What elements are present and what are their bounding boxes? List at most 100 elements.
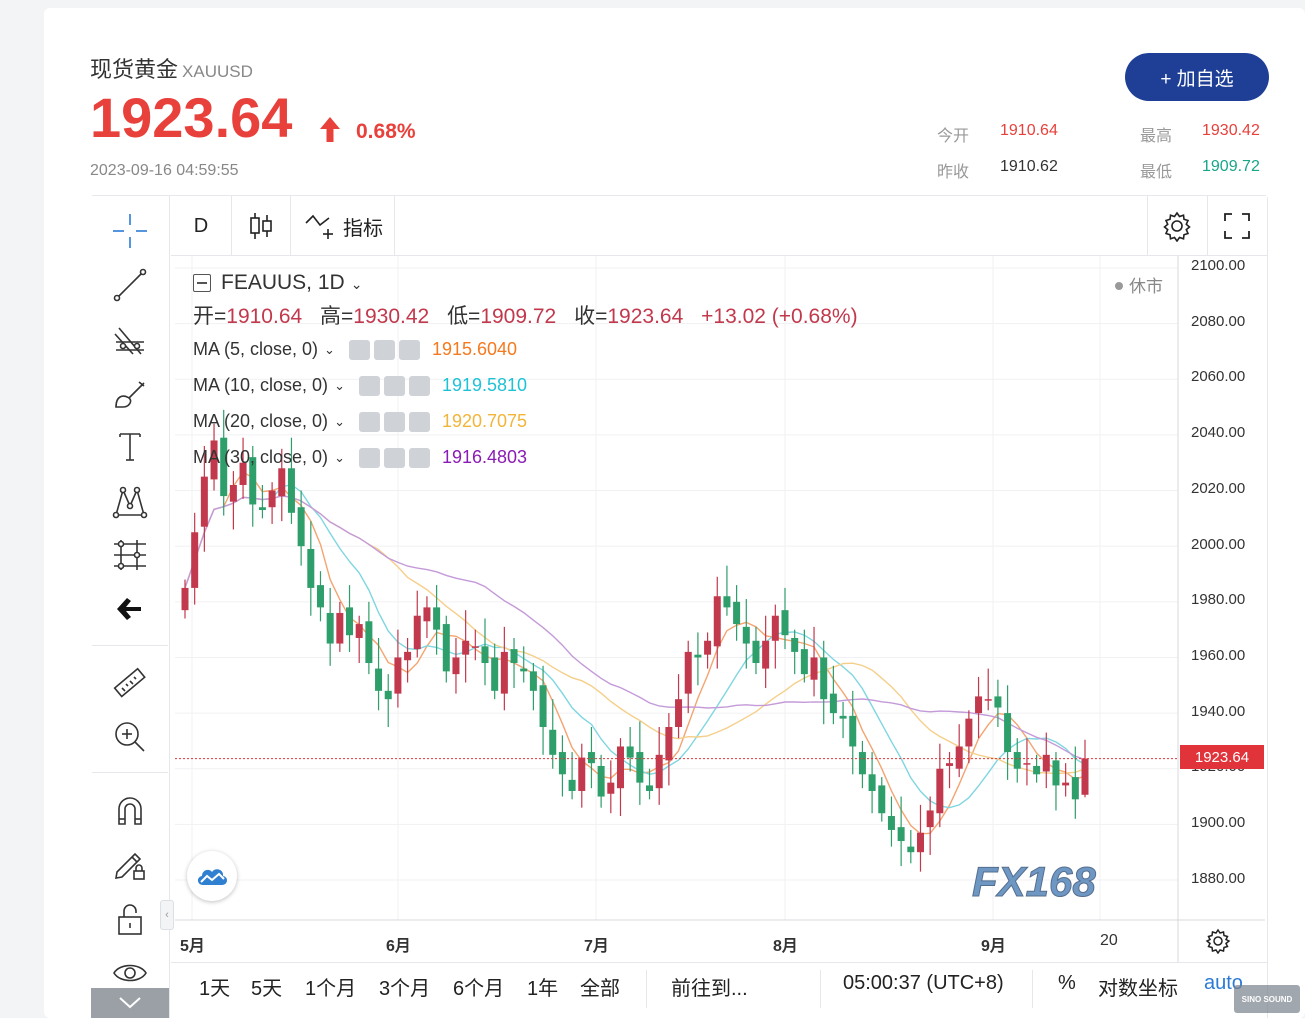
candle-body <box>839 715 847 719</box>
goto-date-button[interactable]: 前往到... <box>671 972 748 1001</box>
collapse-toolbar-button[interactable]: ‹ <box>160 900 174 930</box>
ma-legend-row[interactable]: MA (5, close, 0) ⌄ 1915.6040 <box>193 339 517 360</box>
candle-body <box>1013 752 1021 769</box>
gear-icon[interactable] <box>383 447 405 468</box>
chevron-down-icon[interactable]: ⌄ <box>334 450 345 466</box>
magnet-tool[interactable] <box>90 786 170 836</box>
text-tool[interactable] <box>90 422 170 472</box>
candle-body <box>936 768 944 814</box>
ma-legend-row[interactable]: MA (20, close, 0) ⌄ 1920.7075 <box>193 411 527 432</box>
pitchfork-tool[interactable] <box>90 314 170 364</box>
candle-body <box>316 585 324 608</box>
gear-icon[interactable] <box>383 411 405 432</box>
magnet-icon <box>118 797 142 825</box>
candle-body <box>307 548 315 588</box>
more-tools-button[interactable] <box>91 988 169 1018</box>
candle-body <box>355 624 363 638</box>
close-icon[interactable] <box>408 447 430 468</box>
eye-icon[interactable] <box>358 447 380 468</box>
candle-body <box>413 615 421 650</box>
brush-tool[interactable] <box>90 368 170 418</box>
range-button[interactable]: 3个月 <box>379 972 430 1001</box>
legend-symbol-line[interactable]: FEAUUS, 1D ⌄ <box>193 271 362 295</box>
ma-legend-row[interactable]: MA (30, close, 0) ⌄ 1916.4803 <box>193 447 527 468</box>
candle-body <box>636 752 644 783</box>
candle-body <box>829 693 837 714</box>
gear-icon[interactable] <box>373 339 395 360</box>
candlestick-chart[interactable] <box>175 256 1265 966</box>
lock-drawing-tool[interactable] <box>90 840 170 890</box>
pattern-tool[interactable] <box>90 476 170 526</box>
candle-body <box>200 476 208 527</box>
stat-low: 最低 <box>1140 164 1173 181</box>
indicators-icon <box>305 214 333 239</box>
pencil-lock-icon <box>115 852 145 880</box>
gear-icon[interactable] <box>383 375 405 396</box>
zoom-in-icon <box>115 722 145 752</box>
eye-icon[interactable] <box>348 339 370 360</box>
back-tool[interactable] <box>90 584 170 634</box>
range-button[interactable]: 1天 <box>199 972 230 1001</box>
interval-button[interactable]: D <box>171 196 231 256</box>
ma-label: MA (30, close, 0) <box>193 447 329 467</box>
candle-body <box>433 607 441 630</box>
range-button[interactable]: 6个月 <box>453 972 504 1001</box>
ma-line <box>184 495 1086 775</box>
candle-body <box>442 624 450 672</box>
ma-legend-row[interactable]: MA (10, close, 0) ⌄ 1919.5810 <box>193 375 527 396</box>
candle-body <box>1023 763 1031 765</box>
range-button[interactable]: 全部 <box>580 972 620 1001</box>
ma-label: MA (5, close, 0) <box>193 339 319 359</box>
candle-body <box>723 596 731 608</box>
close-icon[interactable] <box>398 339 420 360</box>
candle-body <box>336 612 344 644</box>
sino-sound-watermark: SINO SOUND <box>1234 985 1300 1013</box>
zoom-tool[interactable] <box>90 712 170 762</box>
candle-body <box>384 690 392 700</box>
trend-line-tool[interactable] <box>90 260 170 310</box>
close-icon[interactable] <box>408 411 430 432</box>
candle-body <box>955 746 963 769</box>
tradingview-logo[interactable] <box>187 851 237 901</box>
ma-label: MA (10, close, 0) <box>193 375 329 395</box>
candle-body <box>462 640 470 655</box>
price-tick-label: 1940.00 <box>1191 702 1246 720</box>
candle-body <box>781 610 789 636</box>
range-button[interactable]: 1个月 <box>305 972 356 1001</box>
candle-body <box>597 765 605 797</box>
stat-high-value: 1930.42 <box>1202 122 1260 139</box>
change-percent: 0.68% <box>356 120 416 143</box>
lock-tool[interactable] <box>90 894 170 944</box>
eye-icon[interactable] <box>358 375 380 396</box>
settings-button[interactable] <box>1148 196 1206 256</box>
fullscreen-button[interactable] <box>1208 196 1266 256</box>
crosshair-tool[interactable] <box>90 206 170 256</box>
cloud-logo-icon <box>197 869 228 885</box>
candle-body <box>868 774 876 791</box>
chart-style-button[interactable] <box>232 196 290 256</box>
candle-body <box>1033 765 1041 775</box>
candle-body <box>655 754 663 789</box>
percent-scale-toggle[interactable]: % <box>1058 972 1076 995</box>
log-scale-toggle[interactable]: 对数坐标 <box>1098 972 1178 1001</box>
indicators-button[interactable]: 指标 <box>293 196 393 256</box>
fullscreen-icon <box>1224 213 1250 239</box>
measure-tool[interactable] <box>90 658 170 708</box>
chevron-down-icon[interactable]: ⌄ <box>334 414 345 430</box>
add-watchlist-button[interactable]: + 加自选 <box>1125 53 1269 101</box>
candle-body <box>297 507 305 547</box>
range-button[interactable]: 5天 <box>251 972 282 1001</box>
chevron-down-icon[interactable]: ⌄ <box>334 378 345 394</box>
chevron-down-icon[interactable]: ⌄ <box>324 342 335 358</box>
collapse-legend-icon[interactable] <box>193 274 211 292</box>
axis-settings-icon[interactable] <box>1205 928 1231 954</box>
clock-readout[interactable]: 05:00:37 (UTC+8) <box>843 972 1004 995</box>
range-button[interactable]: 1年 <box>527 972 558 1001</box>
candle-body <box>626 746 634 758</box>
candle-body <box>994 696 1002 708</box>
fib-tool[interactable] <box>90 530 170 580</box>
price-tick-label: 1900.00 <box>1191 814 1246 831</box>
close-icon[interactable] <box>408 375 430 396</box>
eye-icon[interactable] <box>358 411 380 432</box>
candle-body <box>975 696 983 714</box>
